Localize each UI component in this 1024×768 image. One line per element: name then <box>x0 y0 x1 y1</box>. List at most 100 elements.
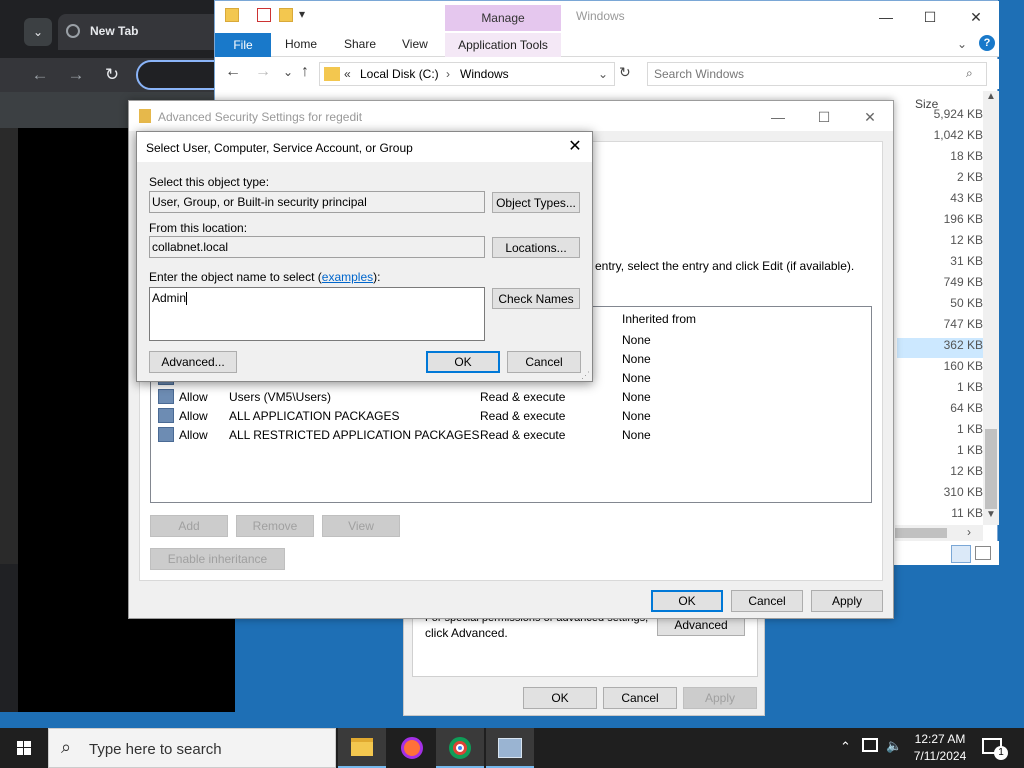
minimize-icon[interactable]: — <box>863 5 909 29</box>
breadcrumb-local-disk[interactable]: Local Disk (C:) <box>360 67 439 81</box>
minimize-icon[interactable]: — <box>755 105 801 129</box>
scroll-down-icon[interactable]: ▼ <box>985 509 997 525</box>
locations-button[interactable]: Locations... <box>492 237 580 258</box>
advanced-apply-button[interactable]: Apply <box>811 590 883 612</box>
file-size-value[interactable]: 43 KB <box>913 191 983 211</box>
address-bar[interactable]: « Local Disk (C:) › Windows ⌄ <box>319 62 615 86</box>
file-size-value[interactable]: 1,042 KB <box>913 128 983 148</box>
close-icon[interactable]: ✕ <box>563 137 587 157</box>
tab-view[interactable]: View <box>402 37 428 51</box>
large-icons-view-icon[interactable] <box>975 546 991 560</box>
scroll-up-icon[interactable]: ▲ <box>985 91 997 107</box>
object-name-input[interactable]: Admin <box>149 287 485 341</box>
advanced-cancel-button[interactable]: Cancel <box>731 590 803 612</box>
enable-inheritance-button[interactable]: Enable inheritance <box>150 548 285 570</box>
file-size-value[interactable]: 64 KB <box>913 401 983 421</box>
file-size-value[interactable]: 2 KB <box>913 170 983 190</box>
close-icon[interactable]: ✕ <box>847 105 893 129</box>
customize-qat-icon[interactable]: ▾ <box>299 7 305 21</box>
check-names-button[interactable]: Check Names <box>492 288 580 309</box>
recent-locations-icon[interactable]: ⌄ <box>283 65 293 79</box>
properties-icon[interactable] <box>257 8 271 22</box>
tab-search-button[interactable]: ⌄ <box>24 18 52 46</box>
taskbar-search-box[interactable]: ⌕ Type here to search <box>48 728 336 768</box>
help-icon[interactable]: ? <box>979 35 995 51</box>
taskbar-chrome[interactable] <box>436 728 484 768</box>
object-types-button[interactable]: Object Types... <box>492 192 580 213</box>
permission-entry-row[interactable]: Allow ALL RESTRICTED APPLICATION PACKAGES… <box>155 426 855 445</box>
file-size-value[interactable]: 362 KB <box>897 338 983 358</box>
network-icon[interactable] <box>862 738 878 752</box>
taskbar-registry-editor[interactable] <box>486 728 534 768</box>
volume-muted-icon[interactable]: 🔈 <box>886 738 902 754</box>
add-button[interactable]: Add <box>150 515 228 537</box>
maximize-icon[interactable]: ☐ <box>801 105 847 129</box>
file-size-value[interactable]: 747 KB <box>913 317 983 337</box>
horizontal-scrollbar[interactable]: › <box>895 525 983 541</box>
file-size-value[interactable]: 196 KB <box>913 212 983 232</box>
vertical-scrollbar[interactable]: ▲ ▼ <box>983 91 999 525</box>
explorer-search-box[interactable]: Search Windows ⌕ <box>647 62 987 86</box>
taskbar-file-explorer[interactable] <box>338 728 386 768</box>
file-size-value[interactable]: 18 KB <box>913 149 983 169</box>
permissions-cancel-button[interactable]: Cancel <box>603 687 677 709</box>
permission-entry-row[interactable]: Allow ALL APPLICATION PACKAGES Read & exec… <box>155 407 855 426</box>
file-size-value[interactable]: 11 KB <box>913 506 983 526</box>
refresh-icon[interactable]: ↻ <box>619 64 631 81</box>
clock-time[interactable]: 12:27 AM <box>913 732 967 746</box>
permissions-ok-button[interactable]: OK <box>523 687 597 709</box>
breadcrumb-overflow[interactable]: « <box>344 67 351 81</box>
tab-home[interactable]: Home <box>285 37 317 51</box>
back-arrow-icon[interactable]: ← <box>225 63 241 81</box>
breadcrumb-windows[interactable]: Windows <box>460 67 509 81</box>
inherited-from-header[interactable]: Inherited from <box>622 312 696 326</box>
tab-file[interactable]: File <box>215 33 271 57</box>
back-arrow-icon[interactable]: ← <box>30 65 50 85</box>
new-folder-icon[interactable] <box>279 8 293 22</box>
reload-icon[interactable]: ↻ <box>102 65 122 85</box>
resize-grip-icon[interactable]: ⋰ <box>581 370 590 381</box>
clock-date[interactable]: 7/11/2024 <box>913 749 967 763</box>
file-size-value[interactable]: 12 KB <box>913 464 983 484</box>
show-hidden-icons[interactable]: ⌃ <box>840 739 851 755</box>
view-button[interactable]: View <box>322 515 400 537</box>
forward-arrow-icon[interactable]: → <box>66 65 86 85</box>
tab-application-tools[interactable]: Application Tools <box>445 33 561 57</box>
file-size-value[interactable]: 5,924 KB <box>913 107 983 127</box>
permission-entry-row[interactable]: Allow Users (VM5\Users) Read & execute None <box>155 388 855 407</box>
file-size-value[interactable]: 310 KB <box>913 485 983 505</box>
tab-share[interactable]: Share <box>344 37 376 51</box>
file-size-value[interactable]: 749 KB <box>913 275 983 295</box>
select-cancel-button[interactable]: Cancel <box>507 351 581 373</box>
maximize-icon[interactable]: ☐ <box>907 5 953 29</box>
file-size-value[interactable]: 1 KB <box>913 380 983 400</box>
permission-inherited-from: None <box>622 428 651 442</box>
permissions-apply-button[interactable]: Apply <box>683 687 757 709</box>
file-size-value[interactable]: 12 KB <box>913 233 983 253</box>
notification-center-icon[interactable]: 1 <box>982 738 1008 760</box>
file-size-value[interactable]: 1 KB <box>913 443 983 463</box>
advanced-ok-button[interactable]: OK <box>651 590 723 612</box>
advanced-search-button[interactable]: Advanced... <box>149 351 237 373</box>
examples-link[interactable]: examples <box>322 270 373 284</box>
file-size-value[interactable]: 31 KB <box>913 254 983 274</box>
start-button[interactable] <box>0 728 48 768</box>
remove-button[interactable]: Remove <box>236 515 314 537</box>
browser-tab-new-tab[interactable]: New Tab <box>58 14 238 50</box>
scroll-right-icon[interactable]: › <box>967 525 971 539</box>
file-size-value[interactable]: 1 KB <box>913 422 983 442</box>
manage-contextual-tab[interactable]: Manage <box>445 5 561 31</box>
taskbar-firefox[interactable] <box>388 728 436 768</box>
details-view-icon[interactable] <box>951 545 971 563</box>
scrollbar-thumb[interactable] <box>985 429 997 509</box>
file-size-value[interactable]: 160 KB <box>913 359 983 379</box>
windows-logo-icon <box>17 741 31 755</box>
select-ok-button[interactable]: OK <box>426 351 500 373</box>
forward-arrow-icon[interactable]: → <box>255 63 271 81</box>
up-arrow-icon[interactable]: ↑ <box>301 63 309 81</box>
address-dropdown-icon[interactable]: ⌄ <box>598 67 608 81</box>
hscroll-thumb[interactable] <box>895 528 947 538</box>
file-size-value[interactable]: 50 KB <box>913 296 983 316</box>
expand-ribbon-icon[interactable]: ⌄ <box>957 37 967 51</box>
close-icon[interactable]: ✕ <box>953 5 999 29</box>
